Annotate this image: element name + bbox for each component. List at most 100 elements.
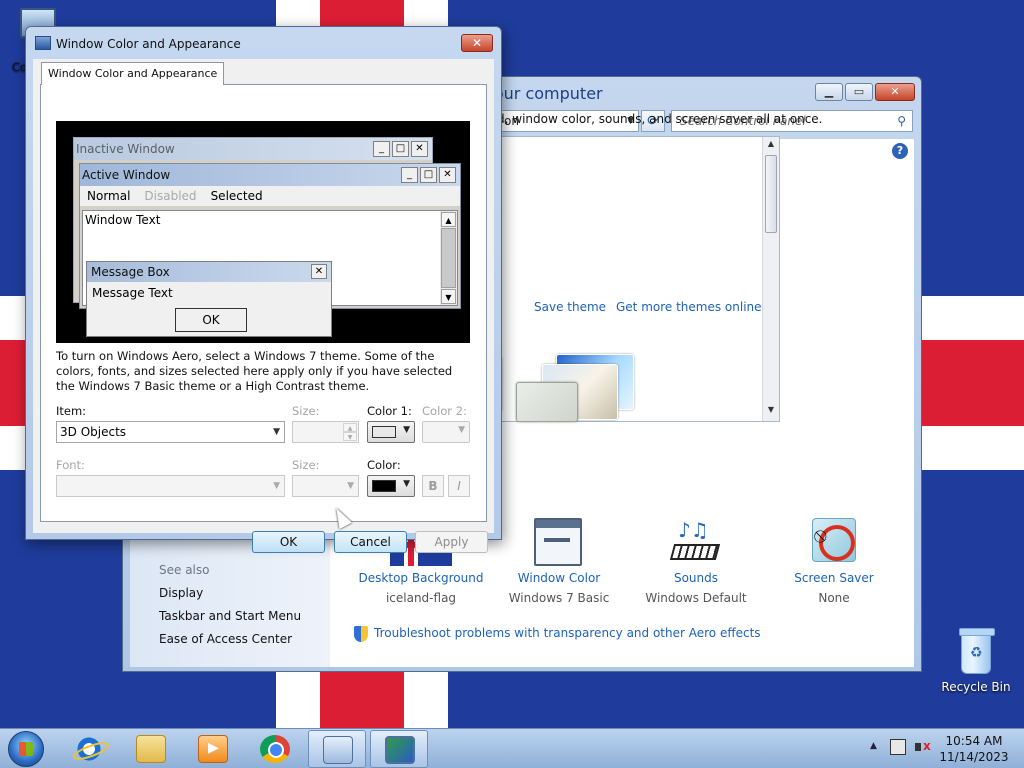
recycle-bin-icon	[959, 628, 995, 674]
size-spinner[interactable]: ▲ ▼	[292, 421, 359, 443]
italic-button[interactable]: I	[448, 475, 470, 497]
color1-label: Color 1:	[367, 404, 412, 418]
minimize-icon: _	[373, 141, 390, 157]
network-icon[interactable]	[890, 739, 906, 755]
item-select[interactable]: 3D Objects ▼	[56, 421, 285, 443]
preview-active-buttons: _ □ ✕	[401, 167, 456, 183]
save-theme-link[interactable]: Save theme	[534, 300, 606, 314]
scroll-down-icon: ▼	[441, 289, 456, 304]
window-color-icon[interactable]	[534, 518, 582, 566]
aero-help-text: To turn on Windows Aero, select a Window…	[56, 349, 453, 393]
font-select[interactable]: ▼	[56, 475, 285, 497]
chevron-down-icon: ▼	[273, 427, 280, 437]
search-icon[interactable]: ⚲	[897, 111, 906, 131]
clock-date: 11/14/2023	[939, 750, 1009, 764]
taskbar: ▲ 10:54 AM 11/14/2023	[0, 728, 1024, 768]
font-color-label: Color:	[367, 458, 401, 472]
apply-button[interactable]: Apply	[415, 531, 488, 553]
desktop-icon-recycle-bin[interactable]: Recycle Bin	[938, 628, 1014, 694]
font-label: Font:	[56, 458, 85, 472]
troubleshoot-link[interactable]: Troubleshoot problems with transparency …	[374, 626, 761, 640]
screen-saver-item[interactable]: Screen Saver None	[790, 571, 878, 605]
bold-button[interactable]: B	[422, 475, 444, 497]
help-icon[interactable]: ?	[892, 143, 908, 159]
minimize-icon: _	[401, 167, 418, 183]
screen-saver-value: None	[818, 591, 850, 605]
color2-label: Color 2:	[422, 404, 467, 418]
taskbar-window-color[interactable]	[370, 730, 428, 768]
preview-message-box[interactable]: Message Box ✕ Message Text OK	[86, 261, 332, 337]
preview-msgbox-text: Message Text	[92, 286, 173, 300]
color2-picker[interactable]: ▼	[422, 421, 470, 443]
scroll-up-icon: ▲	[441, 212, 456, 227]
screen-saver-link[interactable]: Screen Saver	[790, 571, 878, 585]
maximize-icon: □	[392, 141, 409, 157]
sounds-link[interactable]: Sounds	[640, 571, 752, 585]
cancel-button[interactable]: Cancel	[334, 531, 407, 553]
scroll-thumb	[441, 228, 456, 288]
theme-list-scrollbar[interactable]: ▲ ▼	[762, 137, 779, 421]
volume-muted-icon[interactable]	[914, 739, 931, 755]
desktop-background-link[interactable]: Desktop Background	[352, 571, 490, 585]
window-color-item[interactable]: Window Color Windows 7 Basic	[500, 571, 618, 605]
scroll-thumb[interactable]	[765, 155, 777, 233]
taskbar-control-panel[interactable]	[308, 730, 366, 768]
preview-scrollbar[interactable]: ▲ ▼	[440, 211, 457, 305]
screen-saver-icon[interactable]	[812, 518, 856, 562]
maximize-button[interactable]: ▭	[845, 83, 873, 101]
maximize-icon: □	[420, 167, 437, 183]
font-size-label: Size:	[292, 458, 320, 472]
control-panel-icon	[323, 736, 353, 764]
see-also-taskbar-link[interactable]: Taskbar and Start Menu	[159, 609, 301, 623]
tab-panel: Inactive Window _ □ ✕ Active Window _ □ …	[40, 84, 487, 522]
appearance-preview[interactable]: Inactive Window _ □ ✕ Active Window _ □ …	[56, 121, 470, 343]
dialog-close-button[interactable]: ✕	[461, 34, 493, 52]
clock-time: 10:54 AM	[945, 734, 1003, 748]
chevron-down-icon: ▼	[347, 481, 354, 491]
window-color-link[interactable]: Window Color	[500, 571, 618, 585]
get-more-themes-link[interactable]: Get more themes online	[616, 300, 762, 314]
item-label: Item:	[56, 404, 87, 418]
minimize-button[interactable]: ▁	[815, 83, 843, 101]
desktop-icon-recycle-bin-label: Recycle Bin	[941, 680, 1011, 694]
spin-arrows-icon[interactable]: ▲ ▼	[343, 423, 357, 441]
media-player-icon	[198, 735, 228, 763]
dialog-app-icon	[35, 36, 51, 50]
window-color-icon	[385, 736, 415, 764]
item-select-value: 3D Objects	[60, 425, 127, 439]
window-color-value: Windows 7 Basic	[508, 591, 610, 605]
font-color-picker[interactable]: ▼	[367, 475, 415, 497]
color1-picker[interactable]: ▼	[367, 421, 415, 443]
taskbar-internet-explorer[interactable]	[60, 730, 118, 768]
taskbar-media-player[interactable]	[184, 730, 242, 768]
ok-button[interactable]: OK	[252, 531, 325, 553]
preview-menu-selected[interactable]: Selected	[211, 186, 263, 206]
preview-msgbox-ok[interactable]: OK	[175, 308, 247, 332]
scroll-up-icon[interactable]: ▲	[763, 139, 779, 153]
size-label: Size:	[292, 404, 320, 418]
preview-menu-disabled[interactable]: Disabled	[144, 186, 196, 206]
see-also-heading: See also	[159, 563, 210, 577]
shield-icon	[354, 626, 368, 642]
system-clock[interactable]: 10:54 AM 11/14/2023	[938, 733, 1010, 765]
sounds-item[interactable]: Sounds Windows Default	[640, 571, 752, 605]
tab-window-color-appearance[interactable]: Window Color and Appearance	[41, 62, 225, 85]
close-button[interactable]: ✕	[875, 83, 915, 101]
see-also-display-link[interactable]: Display	[159, 586, 203, 600]
sounds-icon[interactable]: ♪♫	[669, 518, 722, 566]
show-hidden-icons-icon[interactable]: ▲	[870, 741, 877, 751]
desktop-background-item[interactable]: Desktop Background iceland-flag	[352, 571, 490, 605]
taskbar-file-explorer[interactable]	[122, 730, 180, 768]
taskbar-chrome[interactable]	[246, 730, 304, 768]
dialog-title: Window Color and Appearance	[56, 37, 241, 51]
preview-menu-bar: Normal Disabled Selected	[80, 186, 460, 206]
close-icon: ✕	[439, 167, 456, 183]
font-size-select[interactable]: ▼	[292, 475, 359, 497]
see-also-ease-of-access-link[interactable]: Ease of Access Center	[159, 632, 292, 646]
preview-menu-normal[interactable]: Normal	[87, 186, 130, 206]
theme-thumbnail-image	[516, 382, 578, 422]
scroll-down-icon[interactable]: ▼	[763, 405, 779, 419]
start-button[interactable]	[8, 731, 44, 767]
desktop-background-value: iceland-flag	[385, 591, 457, 605]
control-panel-title-buttons: ▁ ▭ ✕	[815, 83, 915, 101]
